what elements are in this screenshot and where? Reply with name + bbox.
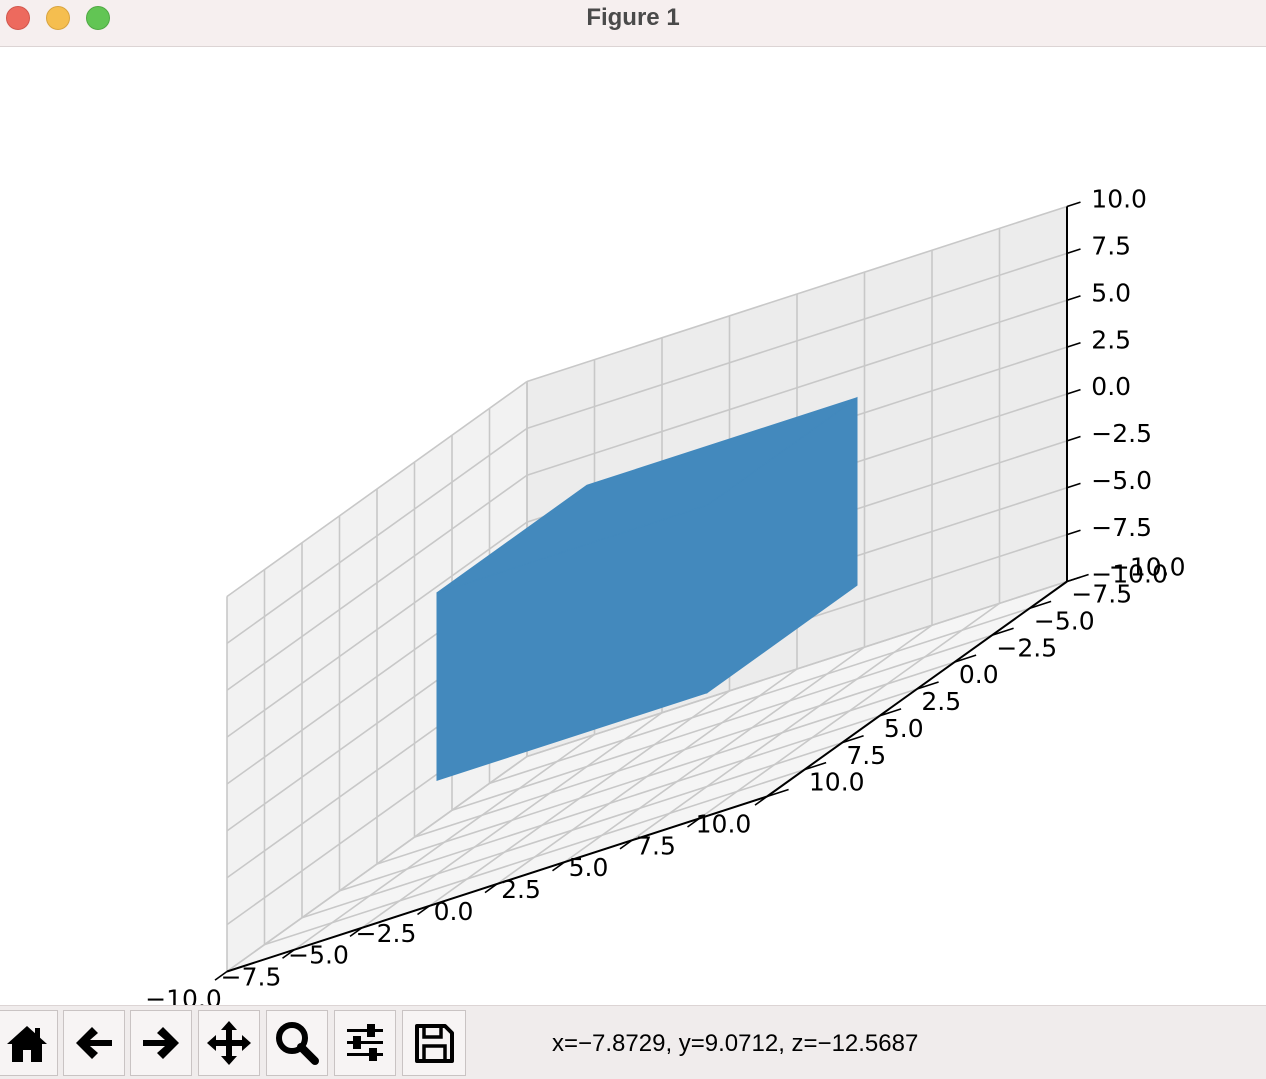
y-tick-label: 2.5 — [921, 687, 961, 716]
x-tick-label: −7.5 — [221, 963, 282, 992]
arrow-left-icon — [76, 1027, 112, 1059]
z-tick-label: −7.5 — [1091, 513, 1152, 542]
x-tick-label: 5.0 — [569, 853, 609, 882]
home-button[interactable] — [0, 1010, 58, 1076]
z-tick-label: −2.5 — [1091, 419, 1152, 448]
x-tick-label: −2.5 — [356, 919, 417, 948]
z-tick — [1066, 201, 1081, 208]
forward-button[interactable] — [130, 1010, 192, 1076]
x-tick-label: 0.0 — [434, 897, 474, 926]
z-tick — [1066, 529, 1081, 536]
x-tick-label: 10.0 — [696, 809, 752, 838]
sliders-icon — [347, 1024, 383, 1061]
home-icon — [7, 1026, 47, 1062]
back-button[interactable] — [63, 1010, 125, 1076]
y-tick-label: 7.5 — [846, 741, 886, 770]
title-bar: Figure 1 — [0, 0, 1266, 47]
z-tick — [1066, 341, 1081, 348]
z-tick — [1066, 248, 1081, 255]
magnifier-icon — [276, 1022, 319, 1065]
y-tick-label: −2.5 — [996, 633, 1057, 662]
y-tick-label: 10.0 — [809, 768, 865, 797]
x-tick-label: 2.5 — [501, 875, 541, 904]
y-tick-label: 5.0 — [884, 714, 924, 743]
z-tick — [1066, 435, 1081, 442]
z-tick — [1066, 388, 1081, 395]
y-tick-label: −5.0 — [1034, 606, 1095, 635]
x-tick-label: −10.0 — [145, 984, 222, 1005]
z-tick-label: 2.5 — [1091, 325, 1131, 354]
z-tick-label: 5.0 — [1091, 278, 1131, 307]
z-tick-label: 0.0 — [1091, 372, 1131, 401]
save-button[interactable] — [402, 1010, 466, 1076]
z-tick — [1066, 295, 1081, 302]
y-tick-label: −7.5 — [1071, 580, 1132, 609]
z-tick-label: 10.0 — [1091, 185, 1147, 214]
arrow-right-icon — [143, 1027, 179, 1059]
z-tick — [1066, 482, 1081, 489]
floppy-disk-icon — [415, 1024, 454, 1063]
figure-window: Figure 1 −10.0 −10.0 −10.0 −7.5 −7.5 −7.5 −5.0… — [0, 0, 1266, 1079]
pan-button[interactable] — [198, 1010, 260, 1076]
x-tick-label: −5.0 — [288, 941, 349, 970]
z-tick-label: 7.5 — [1091, 232, 1131, 261]
navigation-toolbar: x=−7.8729, y=9.0712, z=−12.5687 — [0, 1005, 1266, 1079]
cursor-coordinates: x=−7.8729, y=9.0712, z=−12.5687 — [552, 1030, 919, 1057]
x-tick-label: 7.5 — [636, 831, 676, 860]
z-tick-label: −5.0 — [1091, 466, 1152, 495]
plot-canvas[interactable]: −10.0 −10.0 −10.0 −7.5 −7.5 −7.5 −5.0 −5.0 −5.0−… — [0, 47, 1266, 1005]
move-icon — [207, 1021, 251, 1065]
configure-subplots-button[interactable] — [334, 1010, 396, 1076]
window-title: Figure 1 — [586, 4, 680, 31]
zoom-button[interactable] — [266, 1010, 328, 1076]
plot-3d-axes[interactable]: −10.0−10.0−10.0−7.5−7.5−7.5−5.0−5.0−5.0−… — [0, 47, 1266, 1005]
y-tick-label: 0.0 — [959, 660, 999, 689]
